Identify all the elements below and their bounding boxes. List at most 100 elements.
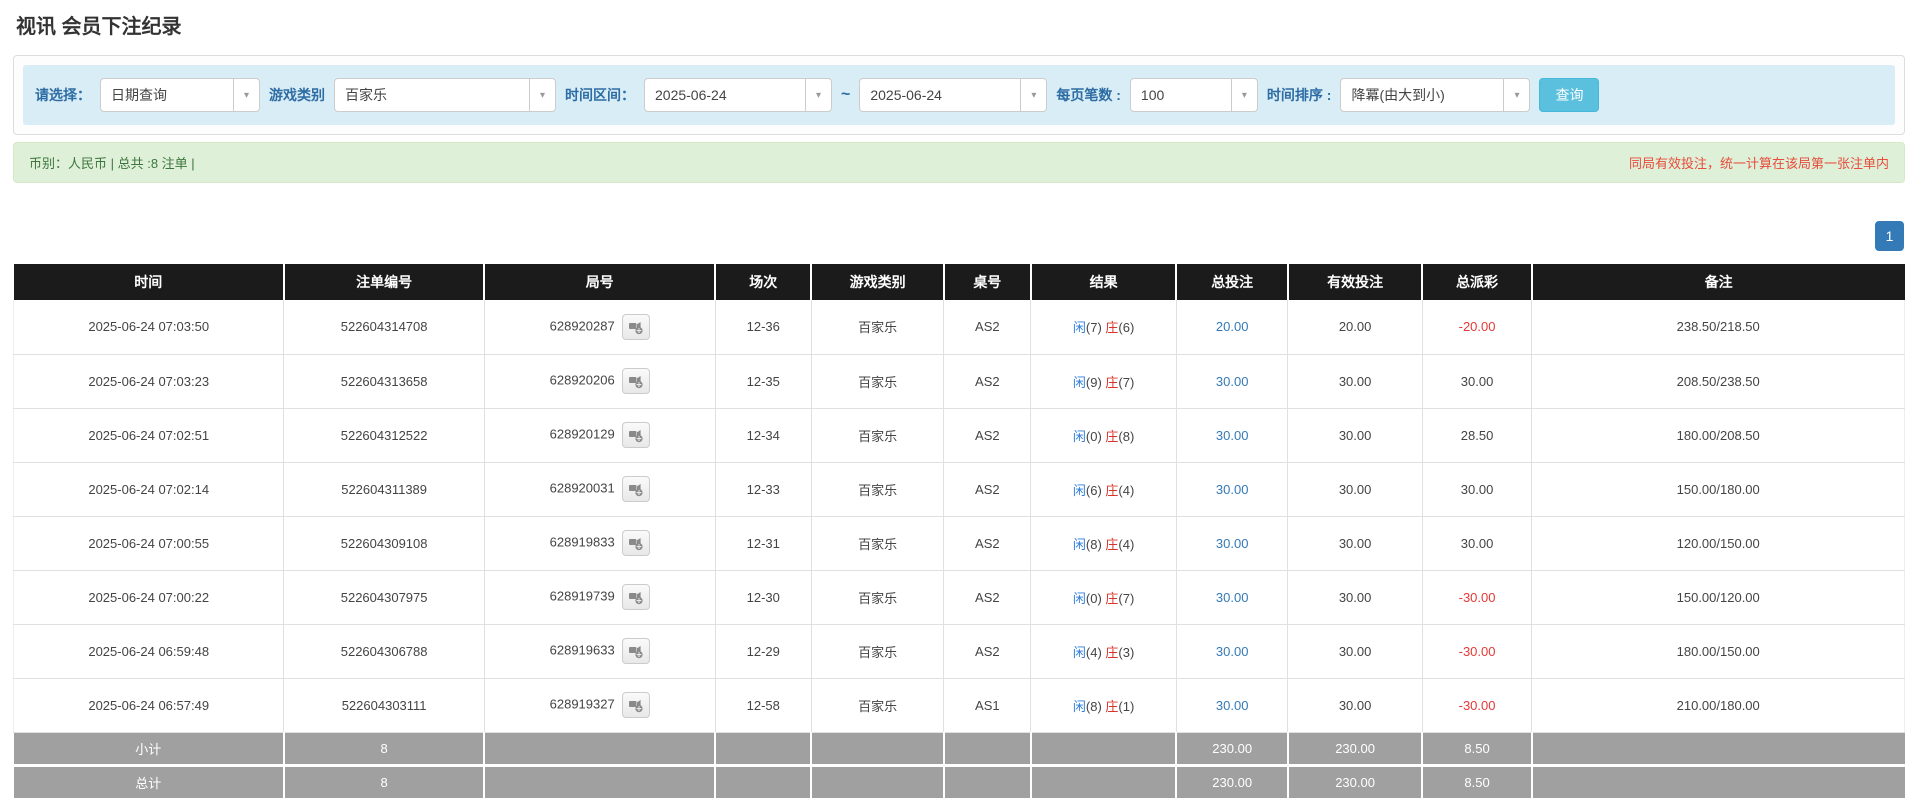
- cell-result: 闲(0) 庄(8): [1030, 408, 1177, 463]
- result-banker-value: (3): [1118, 644, 1135, 660]
- page-1-button[interactable]: 1: [1875, 221, 1904, 251]
- column-header-5: 游戏类别: [811, 264, 945, 300]
- column-header-9: 有效投注: [1287, 264, 1424, 300]
- chevron-down-icon[interactable]: ▾: [1503, 79, 1530, 111]
- result-player-value: (8): [1085, 536, 1106, 552]
- cell-time: 2025-06-24 07:00:55: [12, 516, 285, 571]
- result-banker-value: (4): [1118, 482, 1135, 498]
- chevron-down-icon[interactable]: ▾: [805, 79, 831, 111]
- video-replay-button[interactable]: [621, 313, 650, 340]
- result-player-label: 闲: [1072, 536, 1086, 552]
- cell-time: 2025-06-24 07:02:14: [12, 462, 285, 517]
- cell-result: 闲(9) 庄(7): [1030, 354, 1177, 409]
- result-player-value: (7): [1085, 320, 1106, 336]
- cell-table-number: AS2: [943, 408, 1032, 463]
- chevron-down-icon[interactable]: ▾: [1020, 79, 1047, 111]
- cell-round-number: 628919739: [483, 570, 716, 625]
- footer-label: 总计: [13, 763, 285, 798]
- pagination: 1: [14, 221, 1904, 251]
- footer-total-bet: 230.00: [1176, 731, 1289, 765]
- footer-count: 8: [283, 763, 486, 798]
- video-icon: [628, 697, 644, 713]
- footer-label: 小计: [13, 731, 285, 765]
- cell-valid-bet: 30.00: [1287, 624, 1423, 679]
- cell-result: 闲(6) 庄(4): [1030, 462, 1177, 517]
- query-type-label: 请选择：: [35, 87, 91, 103]
- video-icon: [628, 319, 644, 335]
- video-replay-button[interactable]: [621, 422, 650, 448]
- cell-total-bet[interactable]: 30.00: [1175, 624, 1289, 679]
- cell-total-bet[interactable]: 30.00: [1175, 678, 1289, 733]
- column-header-6: 桌号: [943, 264, 1032, 300]
- cell-bet-number: 522604312522: [283, 408, 485, 463]
- cell-total-bet[interactable]: 30.00: [1175, 462, 1289, 517]
- result-banker-label: 庄: [1105, 644, 1119, 660]
- video-replay-button[interactable]: [621, 368, 650, 394]
- chevron-down-icon[interactable]: ▾: [233, 79, 259, 111]
- cell-valid-bet: 20.00: [1287, 300, 1423, 355]
- page-size-select[interactable]: 100 ▾: [1129, 78, 1258, 112]
- chevron-down-icon[interactable]: ▾: [529, 79, 555, 111]
- chevron-down-icon[interactable]: ▾: [1230, 79, 1257, 111]
- cell-remark: 210.00/180.00: [1531, 678, 1905, 733]
- cell-remark: 208.50/238.50: [1531, 354, 1905, 409]
- cell-table-number: AS2: [943, 624, 1032, 679]
- cell-result: 闲(8) 庄(4): [1030, 516, 1177, 571]
- round-number-text: 628919739: [549, 588, 615, 604]
- game-type-select[interactable]: 百家乐 ▾: [334, 78, 556, 112]
- result-banker-label: 庄: [1105, 698, 1119, 714]
- cell-remark: 120.00/150.00: [1531, 516, 1905, 571]
- cell-total-bet[interactable]: 30.00: [1175, 354, 1289, 409]
- cell-round-number: 628920129: [483, 408, 716, 463]
- result-banker-value: (6): [1118, 320, 1135, 336]
- cell-session: 12-34: [714, 408, 812, 463]
- footer-empty: [1030, 763, 1178, 798]
- cell-session: 12-35: [714, 354, 812, 409]
- table-row: 2025-06-24 07:03:50 522604314708 628920287…: [12, 300, 1905, 355]
- query-type-select[interactable]: 日期查询 ▾: [100, 78, 260, 112]
- cell-bet-number: 522604313658: [283, 354, 485, 409]
- cell-total-bet[interactable]: 30.00: [1175, 516, 1289, 571]
- cell-round-number: 628919633: [483, 624, 716, 679]
- cell-total-bet[interactable]: 20.00: [1175, 300, 1289, 355]
- cell-time: 2025-06-24 07:02:51: [12, 408, 285, 463]
- video-replay-button[interactable]: [621, 584, 650, 610]
- cell-remark: 180.00/150.00: [1531, 624, 1905, 679]
- video-replay-button[interactable]: [621, 530, 650, 556]
- cell-total-bet[interactable]: 30.00: [1175, 570, 1289, 625]
- footer-payout: 8.50: [1422, 731, 1533, 765]
- video-replay-button[interactable]: [621, 476, 650, 502]
- result-player-value: (4): [1085, 644, 1106, 660]
- cell-bet-number: 522604314708: [283, 300, 485, 355]
- result-player-label: 闲: [1072, 374, 1086, 390]
- page: 视讯 会员下注纪录 请选择： 日期查询 ▾ 游戏类别 百家乐 ▾ 时间区间： 2…: [0, 0, 1918, 808]
- result-banker-label: 庄: [1105, 590, 1119, 606]
- date-from-select[interactable]: 2025-06-24 ▾: [644, 78, 832, 112]
- video-replay-button[interactable]: [621, 692, 650, 718]
- video-replay-button[interactable]: [621, 638, 650, 664]
- total-row: 总计 8 230.00 230.00 8.50: [13, 763, 1905, 798]
- result-banker-value: (4): [1118, 536, 1135, 552]
- footer-empty: [811, 731, 945, 765]
- cell-payout: 28.50: [1421, 408, 1533, 463]
- cell-session: 12-31: [714, 516, 812, 571]
- result-banker-value: (8): [1118, 428, 1135, 444]
- footer-empty: [1531, 763, 1905, 798]
- round-number-text: 628920129: [549, 426, 615, 442]
- cell-game-type: 百家乐: [810, 516, 945, 571]
- result-banker-label: 庄: [1105, 428, 1119, 444]
- cell-total-bet[interactable]: 30.00: [1175, 408, 1289, 463]
- cell-remark: 238.50/218.50: [1531, 300, 1905, 355]
- time-sort-select[interactable]: 降冪(由大到小) ▾: [1340, 78, 1531, 112]
- page-size-label: 每页笔数 :: [1056, 87, 1121, 103]
- cell-result: 闲(7) 庄(6): [1030, 300, 1177, 355]
- cell-round-number: 628919327: [483, 678, 716, 733]
- round-number-text: 628920031: [549, 480, 615, 496]
- video-icon: [628, 427, 644, 443]
- round-number-text: 628919633: [549, 642, 615, 658]
- cell-table-number: AS2: [943, 516, 1032, 571]
- search-button[interactable]: 查询: [1539, 78, 1600, 112]
- cell-remark: 150.00/120.00: [1531, 570, 1905, 625]
- round-number-text: 628920287: [549, 318, 615, 334]
- date-to-select[interactable]: 2025-06-24 ▾: [859, 78, 1048, 112]
